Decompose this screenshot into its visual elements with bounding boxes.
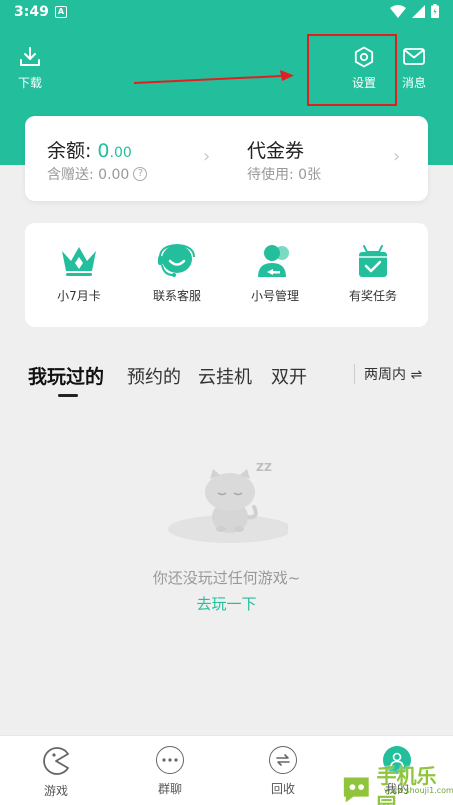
feature-label: 小号管理: [250, 289, 299, 303]
status-icons: [390, 4, 439, 18]
active-tab-indicator: [58, 394, 78, 397]
nav-label: 回收: [270, 782, 295, 796]
balance-amount: 0.00: [97, 140, 132, 162]
download-label: 下载: [18, 76, 43, 90]
time-filter-dropdown[interactable]: 两周内 ⇌: [354, 364, 422, 384]
gift-task-icon: [359, 245, 387, 277]
sleeping-cat-illustration: ZZ: [168, 461, 288, 543]
customer-service-icon: [158, 243, 195, 277]
nav-group-chat[interactable]: 群聊: [135, 746, 205, 797]
feature-reward-tasks[interactable]: 有奖任务: [333, 243, 413, 304]
signal-icon: [412, 4, 425, 18]
nav-games[interactable]: 游戏: [21, 746, 91, 799]
features-card: 小7月卡 联系客服 小号管理 有奖任务: [25, 223, 428, 327]
feature-label: 有奖任务: [348, 289, 397, 303]
account-manage-icon: [258, 245, 289, 277]
feature-label: 联系客服: [152, 289, 201, 303]
battery-icon: [431, 4, 439, 18]
download-button[interactable]: 下载: [18, 46, 42, 91]
gift-balance-label: 含赠送: 0.00: [47, 167, 130, 183]
go-play-link[interactable]: 去玩一下: [0, 593, 453, 614]
balance-card: 余额: 0.00 含赠送: 0.00 ? › 代金券 待使用: 0张 ›: [25, 116, 428, 201]
empty-message: 你还没玩过任何游戏~: [152, 569, 301, 587]
tab-cloud-hosting[interactable]: 云挂机: [198, 363, 252, 389]
watermark-text: 手机乐园: [376, 764, 437, 805]
coupon-title[interactable]: 代金券: [247, 136, 304, 163]
watermark-logo: [343, 777, 369, 803]
coupon-sub: 待使用: 0张: [247, 167, 322, 183]
tab-played[interactable]: 我玩过的: [28, 362, 104, 389]
tab-dual-open[interactable]: 双开: [271, 363, 307, 389]
balance-title: 余额:: [47, 140, 92, 162]
wifi-icon: [390, 4, 406, 18]
messages-button[interactable]: 消息: [402, 46, 426, 91]
help-icon[interactable]: ?: [133, 167, 148, 181]
watermark-url: www.shouji1.com.cn: [384, 786, 453, 795]
gift-balance: 含赠送: 0.00 ?: [47, 164, 148, 184]
status-bar: 3:49 A: [0, 0, 453, 26]
chevron-right-icon: ›: [203, 146, 211, 167]
pacman-icon: [43, 747, 69, 775]
chat-dots-icon: [156, 746, 184, 774]
status-time: 3:49: [14, 4, 49, 20]
chevron-right-icon: ›: [393, 146, 401, 167]
messages-label: 消息: [402, 76, 427, 90]
feature-customer-service[interactable]: 联系客服: [137, 243, 217, 304]
sleep-z-text: ZZ: [256, 461, 272, 474]
feature-monthly-card[interactable]: 小7月卡: [39, 243, 119, 304]
game-tabs: 我玩过的 预约的 云挂机 双开 两周内 ⇌: [28, 362, 428, 402]
nav-label: 游戏: [43, 784, 68, 798]
watermark: 手机乐园 www.shouji1.com.cn: [340, 760, 453, 805]
balance-section[interactable]: 余额: 0.00: [47, 136, 132, 163]
nav-label: 群聊: [157, 782, 182, 796]
download-icon: [20, 47, 40, 66]
annotation-arrow: [133, 70, 294, 84]
tab-reserved[interactable]: 预约的: [127, 363, 181, 389]
mail-icon: [403, 48, 425, 65]
feature-label: 小7月卡: [57, 289, 101, 303]
recycle-icon: [269, 746, 297, 774]
nav-recycle[interactable]: 回收: [248, 746, 318, 797]
notification-icon: A: [55, 6, 67, 18]
feature-account-manage[interactable]: 小号管理: [235, 243, 315, 304]
annotation-highlight-box: [307, 34, 397, 106]
crown-icon: [62, 247, 96, 276]
